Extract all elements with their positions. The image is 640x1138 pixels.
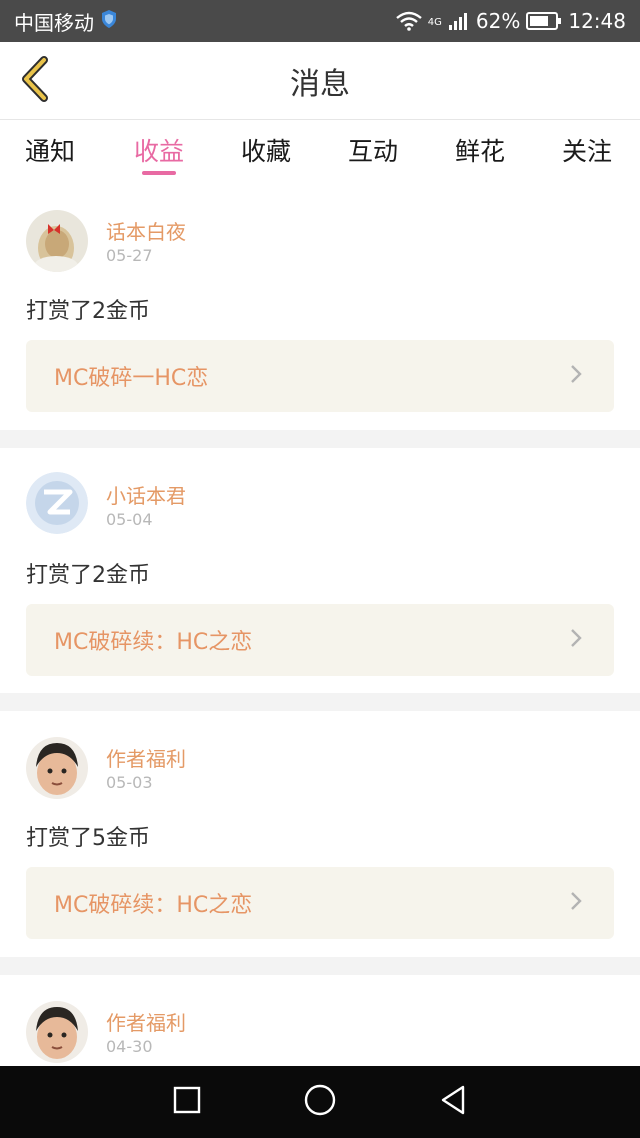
wifi-icon [396,11,422,31]
recent-apps-button[interactable] [163,1078,211,1126]
message-date: 05-03 [106,773,153,792]
shield-icon [100,9,118,34]
message-text: 打赏了5金币 [26,826,150,851]
tab-bar: 通知 收益 收藏 互动 鲜花 关注 [0,121,640,179]
work-title: MC破碎一HC恋 [54,366,209,391]
circle-icon [303,1083,337,1121]
avatar[interactable] [26,210,88,272]
network-type-label: 4G [427,17,442,28]
tab-flowers[interactable]: 鲜花 [430,121,530,179]
tab-interaction[interactable]: 互动 [323,121,423,179]
carrier-label: 中国移动 [14,10,94,35]
chevron-right-icon [566,360,586,392]
username[interactable]: 小话本君 [106,480,186,509]
username[interactable]: 作者福利 [106,1007,186,1036]
triangle-back-icon [438,1084,468,1120]
message-text: 打赏了2金币 [26,563,150,588]
battery-percent-label: 62% [475,9,521,33]
back-nav-button[interactable] [429,1078,477,1126]
divider [0,957,640,975]
work-link[interactable]: MC破碎一HC恋 [26,340,614,412]
work-link[interactable]: MC破碎续：HC之恋 [26,867,614,939]
work-title: MC破碎续：HC之恋 [54,630,253,655]
square-icon [172,1085,202,1119]
top-bar: 消息 [0,42,640,120]
list-item: 小话本君 05-04 打赏了2金币 MC破碎续：HC之恋 [0,448,640,694]
list-item: 作者福利 04-30 [0,975,640,1067]
message-date: 05-27 [106,246,153,265]
username[interactable]: 话本白夜 [106,216,186,245]
battery-icon [526,12,562,30]
message-date: 04-30 [106,1037,153,1056]
message-text: 打赏了2金币 [26,299,150,324]
home-button[interactable] [296,1078,344,1126]
chevron-right-icon [566,887,586,919]
divider [0,430,640,448]
clock-label: 12:48 [568,9,626,33]
work-link[interactable]: MC破碎续：HC之恋 [26,604,614,676]
tab-follow[interactable]: 关注 [537,121,637,179]
system-nav-bar [0,1066,640,1138]
chevron-right-icon [566,624,586,656]
status-bar-right: 4G 62% 12:48 [396,9,626,33]
tab-favorites[interactable]: 收藏 [216,121,316,179]
active-tab-indicator [142,171,176,175]
avatar[interactable] [26,472,88,534]
status-bar: 中国移动 4G 62% 12:48 [0,0,640,42]
page-title: 消息 [290,67,350,102]
divider [0,693,640,711]
tab-notice[interactable]: 通知 [0,121,100,179]
status-bar-left: 中国移动 [14,7,118,36]
username[interactable]: 作者福利 [106,743,186,772]
avatar[interactable] [26,737,88,799]
work-title: MC破碎续：HC之恋 [54,893,253,918]
list-item: 作者福利 05-03 打赏了5金币 MC破碎续：HC之恋 [0,711,640,957]
signal-icon [448,11,470,31]
avatar[interactable] [26,1001,88,1063]
message-date: 05-04 [106,510,153,529]
list-item: 话本白夜 05-27 打赏了2金币 MC破碎一HC恋 [0,180,640,432]
